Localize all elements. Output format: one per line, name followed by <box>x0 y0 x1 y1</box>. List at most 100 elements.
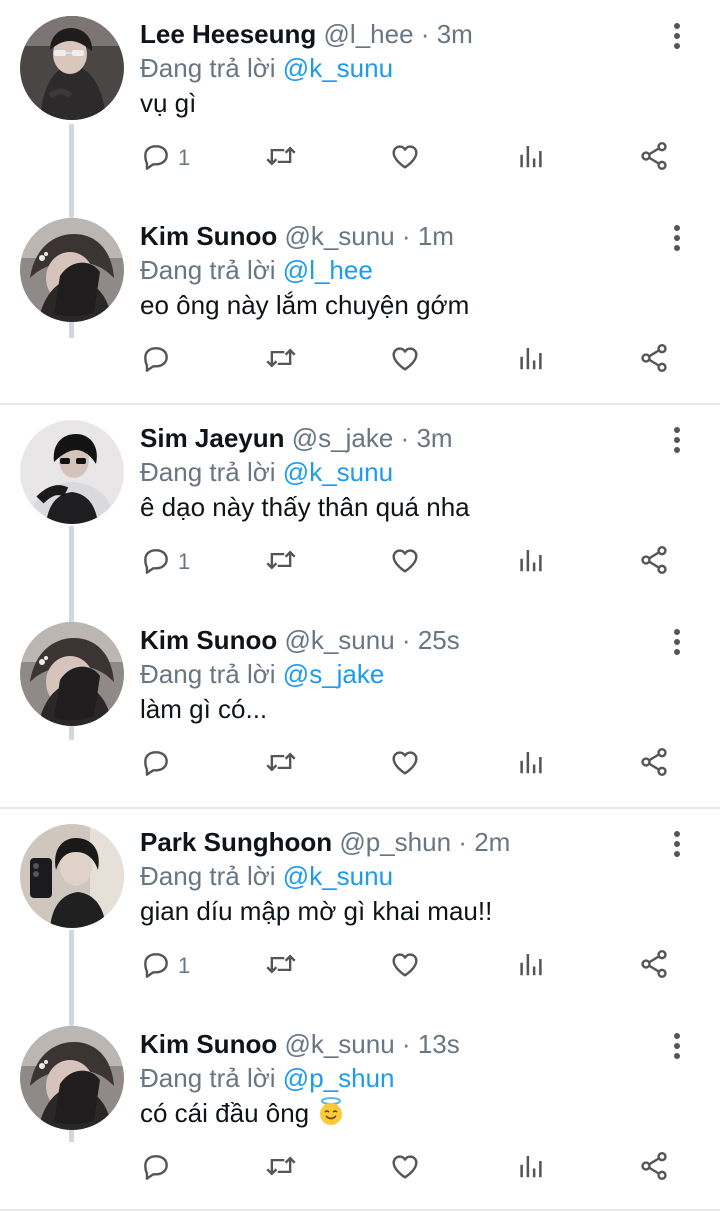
replying-to: Đang trả lời @k_sunu <box>140 52 393 84</box>
tweet[interactable]: Kim Sunoo @k_sunu · 25s Đang trả lời @s_j… <box>0 606 720 808</box>
views-icon <box>516 544 546 581</box>
user-handle[interactable]: @p_shun <box>339 827 451 857</box>
share-button[interactable] <box>638 742 670 786</box>
like-button[interactable] <box>389 540 421 584</box>
separator-dot: · <box>401 221 411 251</box>
tweet-text-content: eo ông này lắm chuyện gớm <box>140 290 470 320</box>
user-handle[interactable]: @k_sunu <box>284 625 394 655</box>
action-bar: 1 <box>0 540 720 584</box>
tweet[interactable]: Sim Jaeyun @s_jake · 3m Đang trả lời @k_s… <box>0 404 720 606</box>
tweet[interactable]: Lee Heeseung @l_hee · 3m Đang trả lời @k_… <box>0 0 720 202</box>
retweet-button[interactable] <box>264 742 298 786</box>
more-vertical-icon[interactable] <box>662 220 692 256</box>
display-name[interactable]: Sim Jaeyun <box>140 423 285 453</box>
heart-icon <box>389 342 421 379</box>
replying-label: Đang trả lời <box>140 1063 276 1093</box>
share-icon <box>638 746 670 783</box>
user-handle[interactable]: @k_sunu <box>284 1029 394 1059</box>
views-button[interactable] <box>516 742 546 786</box>
user-handle[interactable]: @l_hee <box>324 19 414 49</box>
reply-button[interactable]: 1 <box>140 136 190 180</box>
views-button[interactable] <box>516 1146 546 1190</box>
more-vertical-icon[interactable] <box>662 1028 692 1064</box>
separator-dot: · <box>400 423 410 453</box>
tweet-text: có cái đầu ông <box>140 1096 346 1130</box>
avatar[interactable] <box>20 824 124 928</box>
avatar[interactable] <box>20 218 124 322</box>
heart-icon <box>389 1150 421 1187</box>
retweet-icon <box>264 948 298 985</box>
like-button[interactable] <box>389 338 421 382</box>
more-vertical-icon[interactable] <box>662 422 692 458</box>
avatar[interactable] <box>20 16 124 120</box>
reply-count: 1 <box>178 953 191 978</box>
display-name[interactable]: Kim Sunoo <box>140 221 277 251</box>
like-button[interactable] <box>389 1146 421 1190</box>
share-button[interactable] <box>638 540 670 584</box>
avatar[interactable] <box>20 1026 124 1130</box>
views-icon <box>516 1150 546 1187</box>
mention-link[interactable]: @p_shun <box>283 1063 395 1093</box>
tweet-text-content: gian díu mập mờ gì khai mau!! <box>140 896 493 926</box>
tweet[interactable]: Kim Sunoo @k_sunu · 13s Đang trả lời @p_s… <box>0 1010 720 1212</box>
mention-link[interactable]: @s_jake <box>283 659 385 689</box>
tweet-text-content: có cái đầu ông <box>140 1098 310 1128</box>
like-button[interactable] <box>389 742 421 786</box>
more-vertical-icon[interactable] <box>662 826 692 862</box>
action-bar: 1 <box>0 136 720 180</box>
views-button[interactable] <box>516 136 546 180</box>
display-name[interactable]: Lee Heeseung <box>140 19 316 49</box>
timestamp: 2m <box>474 827 511 857</box>
reply-button[interactable] <box>140 1146 172 1190</box>
share-icon <box>638 140 670 177</box>
avatar[interactable] <box>20 420 124 524</box>
user-handle[interactable]: @k_sunu <box>284 221 394 251</box>
replying-label: Đang trả lời <box>140 659 276 689</box>
views-button[interactable] <box>516 338 546 382</box>
display-name[interactable]: Kim Sunoo <box>140 625 277 655</box>
more-vertical-icon[interactable] <box>662 18 692 54</box>
tweet[interactable]: Kim Sunoo @k_sunu · 1m Đang trả lời @l_he… <box>0 202 720 404</box>
reply-count: 1 <box>178 145 191 170</box>
share-button[interactable] <box>638 136 670 180</box>
display-name[interactable]: Park Sunghoon <box>140 827 332 857</box>
timestamp: 1m <box>417 221 454 251</box>
timestamp: 13s <box>417 1029 460 1059</box>
tweet-header: Kim Sunoo @k_sunu · 25s <box>140 624 460 656</box>
tweet-text-content: ê dạo này thấy thân quá nha <box>140 492 470 522</box>
share-button[interactable] <box>638 338 670 382</box>
display-name[interactable]: Kim Sunoo <box>140 1029 277 1059</box>
retweet-button[interactable] <box>264 136 298 180</box>
share-button[interactable] <box>638 1146 670 1190</box>
reply-button[interactable]: 1 <box>140 944 190 988</box>
replying-label: Đang trả lời <box>140 457 276 487</box>
like-button[interactable] <box>389 136 421 180</box>
user-handle[interactable]: @s_jake <box>292 423 394 453</box>
reply-button[interactable] <box>140 742 172 786</box>
avatar[interactable] <box>20 622 124 726</box>
reply-icon <box>140 544 172 581</box>
retweet-button[interactable] <box>264 338 298 382</box>
heart-icon <box>389 140 421 177</box>
mention-link[interactable]: @l_hee <box>283 255 373 285</box>
tweet-text: vụ gì <box>140 86 196 120</box>
mention-link[interactable]: @k_sunu <box>283 861 393 891</box>
reply-button[interactable]: 1 <box>140 540 190 584</box>
retweet-icon <box>264 140 298 177</box>
retweet-button[interactable] <box>264 944 298 988</box>
share-button[interactable] <box>638 944 670 988</box>
retweet-button[interactable] <box>264 1146 298 1190</box>
like-button[interactable] <box>389 944 421 988</box>
share-icon <box>638 342 670 379</box>
retweet-button[interactable] <box>264 540 298 584</box>
views-button[interactable] <box>516 944 546 988</box>
views-button[interactable] <box>516 540 546 584</box>
action-bar <box>0 338 720 382</box>
smiling-face-with-halo-emoji <box>316 1097 346 1128</box>
tweet[interactable]: Park Sunghoon @p_shun · 2m Đang trả lời @… <box>0 808 720 1010</box>
mention-link[interactable]: @k_sunu <box>283 457 393 487</box>
tweet-header: Park Sunghoon @p_shun · 2m <box>140 826 510 858</box>
mention-link[interactable]: @k_sunu <box>283 53 393 83</box>
reply-button[interactable] <box>140 338 172 382</box>
more-vertical-icon[interactable] <box>662 624 692 660</box>
